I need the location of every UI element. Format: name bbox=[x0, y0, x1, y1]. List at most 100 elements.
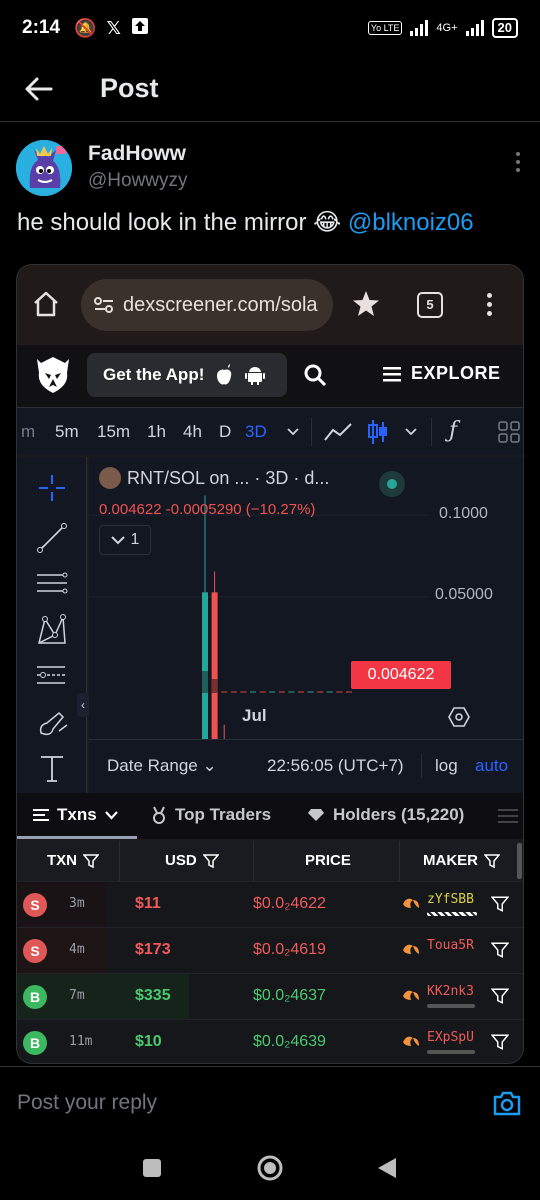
author-name[interactable]: FadHoww bbox=[88, 142, 186, 166]
pair-label: RNT/SOL on ... · 3D · d... bbox=[99, 467, 329, 489]
author-handle[interactable]: @Howwyzy bbox=[88, 170, 188, 192]
mute-icon: 🔕 bbox=[74, 17, 97, 38]
dex-header: Get the App! EXPLORE bbox=[17, 345, 523, 407]
col-txn: TXN bbox=[47, 852, 99, 869]
reply-input[interactable]: Post your reply bbox=[17, 1091, 157, 1115]
tab-holders: Holders (15,220) bbox=[307, 805, 464, 825]
data-tabs: Txns Top Traders Holders (15,220) bbox=[17, 793, 523, 839]
col-usd: USD bbox=[165, 852, 219, 869]
indicator-count: 1 bbox=[130, 531, 140, 548]
txn-row: B 11m $10 $0.0₂4639 EXpSpU bbox=[17, 1019, 523, 1063]
volume-bar bbox=[259, 691, 266, 693]
txn-price: $0.0₂4639 bbox=[253, 1033, 326, 1050]
txn-usd: $10 bbox=[135, 1033, 162, 1050]
txn-usd: $11 bbox=[135, 895, 161, 912]
list-icon bbox=[33, 809, 49, 821]
chevron-down-2-icon bbox=[405, 428, 417, 436]
back-button[interactable] bbox=[0, 56, 78, 122]
network-type: 4G+ bbox=[436, 22, 458, 34]
txn-price: $0.0₂4619 bbox=[253, 941, 326, 958]
table-scrollbar bbox=[517, 843, 522, 879]
timeframe-toolbar: m 5m 15m 1h 4h D 3D ƒ bbox=[17, 407, 523, 455]
mention-link[interactable]: @blknoiz06 bbox=[348, 209, 474, 236]
tf-d: D bbox=[219, 422, 232, 441]
get-app-button: Get the App! bbox=[87, 353, 287, 397]
tf-5m: 5m bbox=[55, 422, 79, 441]
status-bar: 2:14 🔕 𝕏 Yo LTE 4G+ 20 bbox=[0, 0, 540, 56]
chevron-down-4-icon bbox=[104, 810, 118, 820]
drawing-toolbar bbox=[17, 457, 87, 795]
trendline-icon bbox=[37, 523, 67, 553]
txn-row: B 7m $335 $0.0₂4637 KK2nk3 bbox=[17, 973, 523, 1020]
chart-settings-icon bbox=[448, 707, 470, 727]
chevron-down-icon bbox=[287, 428, 299, 436]
auto-toggle: auto bbox=[475, 756, 509, 775]
maker-bar bbox=[427, 912, 477, 916]
back-nav-button[interactable] bbox=[376, 1156, 398, 1180]
pattern-icon bbox=[38, 614, 66, 644]
txn-maker: EXpSpU bbox=[427, 1030, 474, 1045]
text-tool-icon bbox=[41, 756, 63, 782]
y-tick-1: 0.05000 bbox=[435, 586, 493, 603]
ohlc-readout: 0.004622 -0.0005290 (−10.27%) bbox=[99, 501, 316, 518]
tab-holders-label: Holders (15,220) bbox=[333, 805, 465, 824]
volume-bar bbox=[298, 691, 304, 693]
clock-readout: 22:56:05 (UTC+7) bbox=[267, 756, 404, 775]
live-status-icon bbox=[379, 471, 405, 497]
sell-badge: S bbox=[23, 893, 47, 917]
site-settings-icon bbox=[94, 297, 113, 313]
volume-bar bbox=[230, 691, 237, 693]
filter-3-icon bbox=[484, 853, 500, 868]
volume-bar bbox=[269, 691, 276, 693]
filter-maker-icon bbox=[491, 1034, 509, 1050]
txn-age: 3m bbox=[69, 896, 85, 911]
col-txn-label: TXN bbox=[47, 852, 77, 869]
volume-bar bbox=[221, 691, 228, 693]
buy-badge: B bbox=[23, 1031, 47, 1055]
date-range-dropdown: Date Range ⌄ bbox=[107, 756, 217, 775]
line-chart-icon bbox=[324, 423, 352, 441]
top-bar: Post bbox=[0, 56, 540, 122]
star-icon bbox=[353, 291, 379, 316]
dex-route-icon bbox=[403, 990, 419, 1000]
camera-icon[interactable] bbox=[492, 1089, 522, 1117]
url-bar: dexscreener.com/sola bbox=[81, 279, 333, 331]
avatar[interactable] bbox=[16, 140, 72, 196]
crosshair-icon bbox=[39, 475, 65, 501]
explore-label: EXPLORE bbox=[411, 363, 501, 383]
col-maker: MAKER bbox=[423, 852, 500, 869]
txn-price: $0.0₂4637 bbox=[253, 987, 326, 1004]
date-range-label: Date Range bbox=[107, 756, 198, 775]
bubblemap-icon bbox=[498, 809, 518, 823]
recents-button[interactable] bbox=[142, 1158, 162, 1178]
browser-menu-icon bbox=[487, 293, 492, 316]
dex-route-icon bbox=[403, 1036, 419, 1046]
signal-icon bbox=[410, 20, 429, 36]
candle bbox=[202, 592, 208, 739]
tf-3d: 3D bbox=[245, 422, 267, 441]
home-button[interactable] bbox=[256, 1154, 284, 1182]
filter-maker-icon bbox=[491, 988, 509, 1004]
candle bbox=[211, 592, 218, 739]
reply-bar: Post your reply bbox=[0, 1066, 540, 1140]
col-maker-label: MAKER bbox=[423, 852, 478, 869]
pair-text: RNT/SOL on ... · 3D · d... bbox=[127, 467, 330, 488]
txn-row: S 4m $173 $0.0₂4619 Toua5R bbox=[17, 927, 523, 974]
tf-1h: 1h bbox=[147, 422, 166, 441]
home-icon bbox=[34, 291, 58, 317]
divider bbox=[421, 754, 422, 778]
volume-bar bbox=[307, 691, 314, 693]
range-toolbar: Date Range ⌄ 22:56:05 (UTC+7) log auto bbox=[89, 739, 523, 793]
tab-txns: Txns bbox=[33, 805, 118, 825]
volume-bar bbox=[326, 691, 333, 693]
filter-maker-icon bbox=[491, 942, 509, 958]
volume-bar bbox=[278, 691, 285, 693]
more-options-icon[interactable] bbox=[516, 152, 520, 172]
fib-lines-icon bbox=[37, 572, 68, 594]
chevron-down-3-icon bbox=[110, 535, 125, 544]
col-usd-label: USD bbox=[165, 852, 197, 869]
post-image[interactable]: dexscreener.com/sola 5 Get the App! EXPL… bbox=[16, 264, 524, 1064]
gem-icon bbox=[308, 809, 324, 821]
candles-icon bbox=[368, 420, 387, 444]
hamburger-icon bbox=[383, 366, 401, 381]
